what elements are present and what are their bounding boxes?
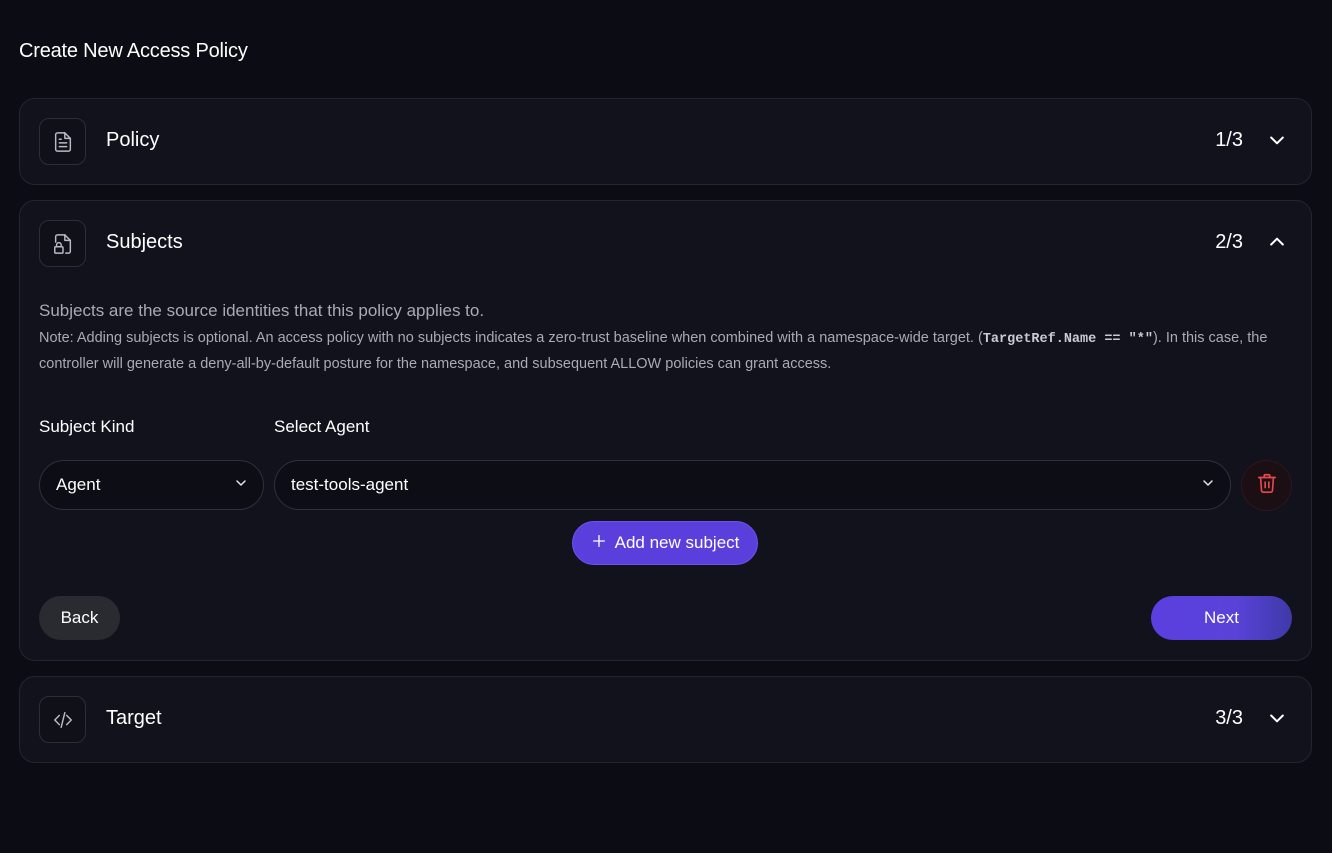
policy-section-header[interactable]: Policy 1/3 bbox=[20, 99, 1311, 183]
policy-section: Policy 1/3 bbox=[19, 98, 1312, 185]
plus-icon bbox=[591, 533, 607, 554]
subject-kind-label: Subject Kind bbox=[39, 417, 135, 436]
back-button[interactable]: Back bbox=[39, 596, 120, 640]
subjects-step-indicator: 2/3 bbox=[1215, 231, 1243, 253]
note-prefix: Note: Adding subjects is optional. An ac… bbox=[39, 330, 983, 346]
delete-subject-button[interactable] bbox=[1241, 460, 1292, 511]
policy-section-title: Policy bbox=[106, 129, 160, 151]
policy-step-indicator: 1/3 bbox=[1215, 129, 1243, 151]
chevron-down-icon[interactable] bbox=[1265, 128, 1289, 152]
target-section: Target 3/3 bbox=[19, 676, 1312, 763]
target-section-header[interactable]: Target 3/3 bbox=[20, 677, 1311, 761]
select-agent-value: test-tools-agent bbox=[291, 475, 409, 494]
subject-kind-value: Agent bbox=[56, 475, 101, 494]
target-section-title: Target bbox=[106, 707, 162, 729]
subject-kind-select[interactable]: Agent bbox=[39, 460, 264, 510]
subjects-description: Subjects are the source identities that … bbox=[39, 301, 485, 320]
code-icon bbox=[39, 696, 86, 743]
trash-icon bbox=[1256, 472, 1278, 499]
document-icon bbox=[39, 118, 86, 165]
select-agent-select[interactable]: test-tools-agent bbox=[274, 460, 1231, 510]
note-code: TargetRef.Name == "*" bbox=[982, 332, 1153, 347]
page-title: Create New Access Policy bbox=[19, 40, 248, 62]
subjects-note: Note: Adding subjects is optional. An ac… bbox=[39, 326, 1289, 377]
subjects-section: Subjects 2/3 Subjects are the source ide… bbox=[19, 200, 1312, 661]
target-step-indicator: 3/3 bbox=[1215, 707, 1243, 729]
subjects-section-header[interactable]: Subjects 2/3 bbox=[20, 201, 1311, 285]
add-subject-button[interactable]: Add new subject bbox=[572, 521, 758, 565]
next-button[interactable]: Next bbox=[1151, 596, 1292, 640]
file-lock-icon bbox=[39, 220, 86, 267]
chevron-down-icon bbox=[1200, 475, 1216, 496]
subjects-section-title: Subjects bbox=[106, 231, 183, 253]
chevron-down-icon bbox=[233, 475, 249, 496]
select-agent-label: Select Agent bbox=[274, 417, 370, 436]
add-subject-label: Add new subject bbox=[614, 533, 740, 552]
chevron-up-icon[interactable] bbox=[1265, 230, 1289, 254]
chevron-down-icon[interactable] bbox=[1265, 706, 1289, 730]
